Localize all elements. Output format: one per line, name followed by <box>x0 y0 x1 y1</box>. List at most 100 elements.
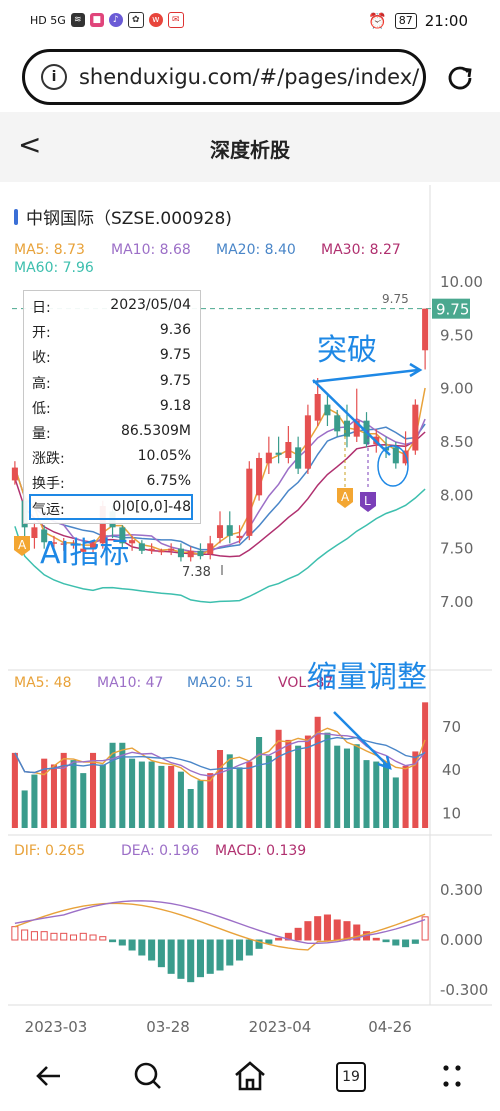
tooltip-row: 开: 9.36 <box>32 322 191 344</box>
back-nav-icon[interactable] <box>30 1058 70 1094</box>
macd-label: MACD: 0.139 <box>215 843 306 859</box>
search-icon[interactable] <box>128 1058 168 1094</box>
candle-body <box>216 525 224 538</box>
volume-bar <box>343 748 351 828</box>
volume-bar <box>373 761 380 828</box>
candle-body <box>138 543 145 551</box>
volume-bar <box>197 780 204 828</box>
candle-body <box>422 308 429 351</box>
breakout-annotation: 突破 <box>317 333 377 368</box>
volume-bar <box>363 760 370 828</box>
kline-tooltip: 日: 2023/05/04 开: 9.36 收: 9.75 高: 9.75 低: 9.18 量: 86… <box>23 290 201 524</box>
more-icon[interactable] <box>432 1058 472 1094</box>
macd-bar <box>187 939 195 983</box>
volume-bar <box>129 758 136 828</box>
candle-body <box>148 548 155 551</box>
volume-bar <box>304 735 311 828</box>
vol-ma20-label: MA20: 51 <box>187 675 253 691</box>
macd-bar <box>343 921 351 941</box>
qiyun-highlight <box>29 494 193 520</box>
volume-bar <box>383 763 390 828</box>
volume-bar <box>265 755 272 828</box>
macd-tick-label: -0.300 <box>440 981 488 999</box>
high-mark-label: 9.75 <box>382 292 409 306</box>
volume-bar <box>392 777 399 828</box>
ai-indicator-annotation: AI指标 <box>40 536 130 571</box>
macd-bar <box>226 939 234 966</box>
tooltip-label: 量: <box>32 426 51 442</box>
tooltip-value: 86.5309M <box>121 423 191 439</box>
home-icon[interactable] <box>230 1058 270 1094</box>
volume-bar <box>21 790 28 828</box>
macd-bar <box>21 929 29 941</box>
volume-trend-arrow <box>333 711 389 767</box>
candle-body <box>197 550 204 557</box>
a-marker: A <box>341 490 350 504</box>
volume-bar <box>168 765 175 828</box>
candle-body <box>11 467 18 481</box>
candle-body <box>265 452 272 464</box>
macd-bar <box>138 939 146 956</box>
macd-bar <box>157 939 165 968</box>
macd-bar <box>148 939 156 961</box>
price-tick-label: 8.00 <box>440 486 473 504</box>
volume-tick-label: 40 <box>442 761 461 779</box>
price-tick-label: 9.00 <box>440 380 473 398</box>
tooltip-row: 低: 9.18 <box>32 398 191 420</box>
macd-bar <box>196 939 204 978</box>
volume-tick-label: 70 <box>442 718 461 736</box>
vol-ma5-label: MA5: 48 <box>14 675 72 691</box>
macd-bar <box>40 931 48 941</box>
bottom-nav: 19 <box>0 1044 500 1111</box>
candle-body <box>334 415 341 432</box>
macd-bar <box>11 926 19 941</box>
price-tick-label: 7.50 <box>440 540 473 558</box>
candle-body <box>226 525 233 536</box>
volume-bar <box>80 773 87 828</box>
candle-body <box>285 442 292 458</box>
volume-bar <box>70 760 77 828</box>
volume-bar <box>256 737 263 828</box>
volume-bar <box>11 752 18 828</box>
macd-bar <box>89 934 97 941</box>
price-tick-label: 7.00 <box>440 593 473 611</box>
macd-bar <box>304 921 312 941</box>
tooltip-label: 涨跌: <box>32 451 65 468</box>
macd-bar <box>236 939 244 961</box>
tabs-button[interactable]: 19 <box>330 1058 370 1094</box>
volume-bar <box>187 789 194 828</box>
macd-bar <box>382 939 390 943</box>
candle-body <box>246 468 253 536</box>
tooltip-label: 高: <box>32 375 51 392</box>
candle-body <box>168 548 175 551</box>
dea-label: DEA: 0.196 <box>121 843 199 859</box>
candle-body <box>324 404 331 416</box>
macd-bar <box>60 932 68 941</box>
price-tick-label: 10.00 <box>440 273 483 291</box>
tooltip-value: 2023/05/04 <box>110 297 191 313</box>
macd-bar <box>402 939 410 948</box>
volume-bar <box>31 774 38 828</box>
tabs-count: 19 <box>336 1062 366 1092</box>
tooltip-value: 6.75% <box>146 473 191 490</box>
tooltip-value: 10.05% <box>137 448 191 465</box>
macd-bar <box>323 914 331 941</box>
macd-bar <box>30 931 38 941</box>
macd-bar <box>265 939 273 944</box>
candle-body <box>187 550 194 558</box>
breakout-arrow <box>312 368 419 384</box>
candle-body <box>295 447 302 469</box>
macd-bar <box>206 939 214 974</box>
candle-body <box>314 394 321 421</box>
volume-bar <box>324 732 331 828</box>
date-tick-label: 2023-04 <box>249 1018 312 1036</box>
tooltip-label: 开: <box>32 325 51 342</box>
vol-ma10-label: MA10: 47 <box>97 675 163 691</box>
volume-shrink-annotation: 缩量调整 <box>307 660 427 695</box>
volume-bar <box>99 764 106 828</box>
macd-bar <box>177 939 185 979</box>
volume-bar <box>402 765 409 828</box>
dif-label: DIF: 0.265 <box>14 843 85 859</box>
candle-body <box>256 458 263 496</box>
tooltip-value: 9.36 <box>159 322 191 339</box>
